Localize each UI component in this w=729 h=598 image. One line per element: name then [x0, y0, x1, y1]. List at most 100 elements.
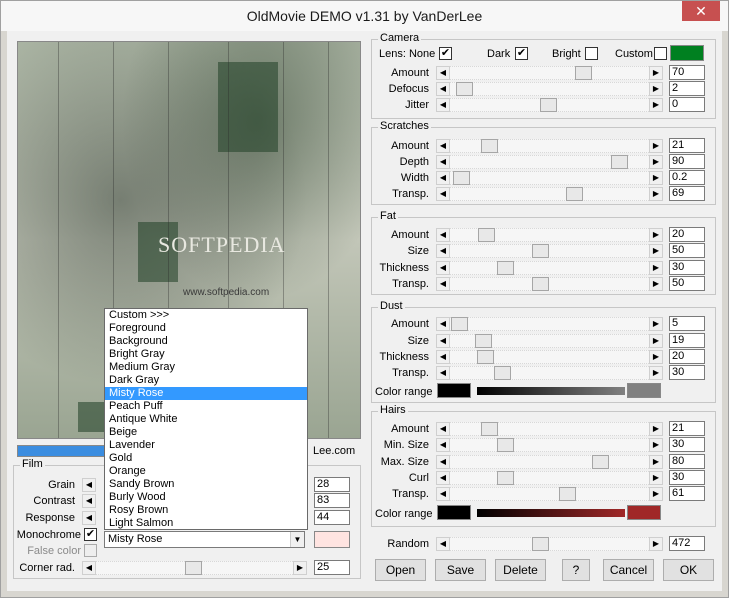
corner-rad-field[interactable]: 25: [314, 560, 350, 575]
contrast-field[interactable]: 83: [314, 493, 350, 508]
scroll-right-icon[interactable]: ▶: [649, 171, 663, 185]
dropdown-option[interactable]: Background: [105, 335, 307, 348]
dust-thickness-field[interactable]: 20: [669, 349, 705, 364]
save-button[interactable]: Save: [435, 559, 486, 581]
camera-defocus-field[interactable]: 2: [669, 81, 705, 96]
hairs-transp-slider[interactable]: ◀ ▶: [436, 487, 663, 501]
title-bar[interactable]: OldMovie DEMO v1.31 by VanDerLee ✕: [1, 1, 728, 31]
scroll-left-icon[interactable]: ◀: [436, 422, 450, 436]
hairs-curl-field[interactable]: 30: [669, 470, 705, 485]
slider-thumb[interactable]: [532, 244, 549, 258]
slider-thumb[interactable]: [497, 261, 514, 275]
scroll-right-icon[interactable]: ▶: [293, 561, 307, 575]
scroll-left-icon[interactable]: ◀: [436, 455, 450, 469]
scroll-right-icon[interactable]: ▶: [649, 139, 663, 153]
slider-thumb[interactable]: [566, 187, 583, 201]
contrast-left-icon[interactable]: ◀: [82, 494, 96, 508]
slider-thumb[interactable]: [477, 350, 494, 364]
scroll-left-icon[interactable]: ◀: [436, 366, 450, 380]
dropdown-option[interactable]: Gold: [105, 452, 307, 465]
scratches-amount-field[interactable]: 21: [669, 138, 705, 153]
dropdown-option[interactable]: Rosy Brown: [105, 504, 307, 517]
scroll-right-icon[interactable]: ▶: [649, 317, 663, 331]
slider-thumb[interactable]: [494, 366, 511, 380]
scratches-amount-slider[interactable]: ◀ ▶: [436, 139, 663, 153]
hairs-color-from-swatch[interactable]: [437, 505, 471, 520]
hairs-curl-slider[interactable]: ◀ ▶: [436, 471, 663, 485]
response-left-icon[interactable]: ◀: [82, 511, 96, 525]
slider-thumb[interactable]: [559, 487, 576, 501]
dust-size-slider[interactable]: ◀ ▶: [436, 334, 663, 348]
custom-checkbox[interactable]: [654, 47, 667, 60]
scroll-right-icon[interactable]: ▶: [649, 66, 663, 80]
delete-button[interactable]: Delete: [495, 559, 546, 581]
scroll-left-icon[interactable]: ◀: [436, 228, 450, 242]
random-slider[interactable]: ◀ ▶: [436, 537, 663, 551]
hairs-transp-field[interactable]: 61: [669, 486, 705, 501]
dropdown-option[interactable]: Sandy Brown: [105, 478, 307, 491]
scroll-right-icon[interactable]: ▶: [649, 187, 663, 201]
ok-button[interactable]: OK: [663, 559, 714, 581]
fat-amount-slider[interactable]: ◀ ▶: [436, 228, 663, 242]
dust-amount-slider[interactable]: ◀ ▶: [436, 317, 663, 331]
scroll-right-icon[interactable]: ▶: [649, 422, 663, 436]
slider-thumb[interactable]: [185, 561, 202, 575]
dust-transp-slider[interactable]: ◀ ▶: [436, 366, 663, 380]
scroll-right-icon[interactable]: ▶: [649, 82, 663, 96]
dust-transp-field[interactable]: 30: [669, 365, 705, 380]
scroll-left-icon[interactable]: ◀: [436, 244, 450, 258]
dropdown-option[interactable]: Light Salmon: [105, 517, 307, 529]
hairs-minsize-slider[interactable]: ◀ ▶: [436, 438, 663, 452]
slider-thumb[interactable]: [497, 471, 514, 485]
dropdown-option[interactable]: Medium Gray: [105, 361, 307, 374]
bright-checkbox[interactable]: [585, 47, 598, 60]
hairs-maxsize-field[interactable]: 80: [669, 454, 705, 469]
scroll-left-icon[interactable]: ◀: [436, 334, 450, 348]
monochrome-checkbox[interactable]: ✔: [84, 528, 97, 541]
chevron-down-icon[interactable]: ▼: [290, 532, 304, 547]
scroll-left-icon[interactable]: ◀: [436, 171, 450, 185]
scroll-left-icon[interactable]: ◀: [436, 66, 450, 80]
scroll-left-icon[interactable]: ◀: [436, 155, 450, 169]
corner-rad-slider[interactable]: ◀ ▶: [82, 561, 307, 575]
camera-jitter-slider[interactable]: ◀ ▶: [436, 98, 663, 112]
camera-defocus-slider[interactable]: ◀ ▶: [436, 82, 663, 96]
hairs-maxsize-slider[interactable]: ◀ ▶: [436, 455, 663, 469]
grain-left-icon[interactable]: ◀: [82, 478, 96, 492]
scroll-left-icon[interactable]: ◀: [436, 471, 450, 485]
scratches-width-field[interactable]: 0.2: [669, 170, 705, 185]
slider-thumb[interactable]: [575, 66, 592, 80]
open-button[interactable]: Open: [375, 559, 426, 581]
dropdown-option[interactable]: Lavender: [105, 439, 307, 452]
scroll-left-icon[interactable]: ◀: [436, 82, 450, 96]
lens-none-checkbox[interactable]: ✔: [439, 47, 452, 60]
color-dropdown-list[interactable]: Custom >>> Foreground Background Bright …: [104, 308, 308, 530]
scratches-width-slider[interactable]: ◀ ▶: [436, 171, 663, 185]
slider-thumb[interactable]: [453, 171, 470, 185]
scroll-right-icon[interactable]: ▶: [649, 537, 663, 551]
scroll-left-icon[interactable]: ◀: [436, 98, 450, 112]
dropdown-option-selected[interactable]: Misty Rose: [105, 387, 307, 400]
scroll-right-icon[interactable]: ▶: [649, 334, 663, 348]
grain-field[interactable]: 28: [314, 477, 350, 492]
fat-size-slider[interactable]: ◀ ▶: [436, 244, 663, 258]
dropdown-option[interactable]: Burly Wood: [105, 491, 307, 504]
scroll-right-icon[interactable]: ▶: [649, 155, 663, 169]
dust-color-to-swatch[interactable]: [627, 383, 661, 398]
scroll-right-icon[interactable]: ▶: [649, 350, 663, 364]
dropdown-option[interactable]: Antique White: [105, 413, 307, 426]
dark-checkbox[interactable]: ✔: [515, 47, 528, 60]
camera-amount-slider[interactable]: ◀ ▶: [436, 66, 663, 80]
dropdown-option[interactable]: Peach Puff: [105, 400, 307, 413]
scroll-right-icon[interactable]: ▶: [649, 244, 663, 258]
random-field[interactable]: 472: [669, 536, 705, 551]
scratches-transp-slider[interactable]: ◀ ▶: [436, 187, 663, 201]
slider-thumb[interactable]: [478, 228, 495, 242]
scroll-right-icon[interactable]: ▶: [649, 438, 663, 452]
scratches-depth-field[interactable]: 90: [669, 154, 705, 169]
slider-thumb[interactable]: [532, 277, 549, 291]
slider-thumb[interactable]: [592, 455, 609, 469]
fat-thickness-slider[interactable]: ◀ ▶: [436, 261, 663, 275]
false-color-checkbox[interactable]: [84, 544, 97, 557]
scroll-left-icon[interactable]: ◀: [436, 317, 450, 331]
